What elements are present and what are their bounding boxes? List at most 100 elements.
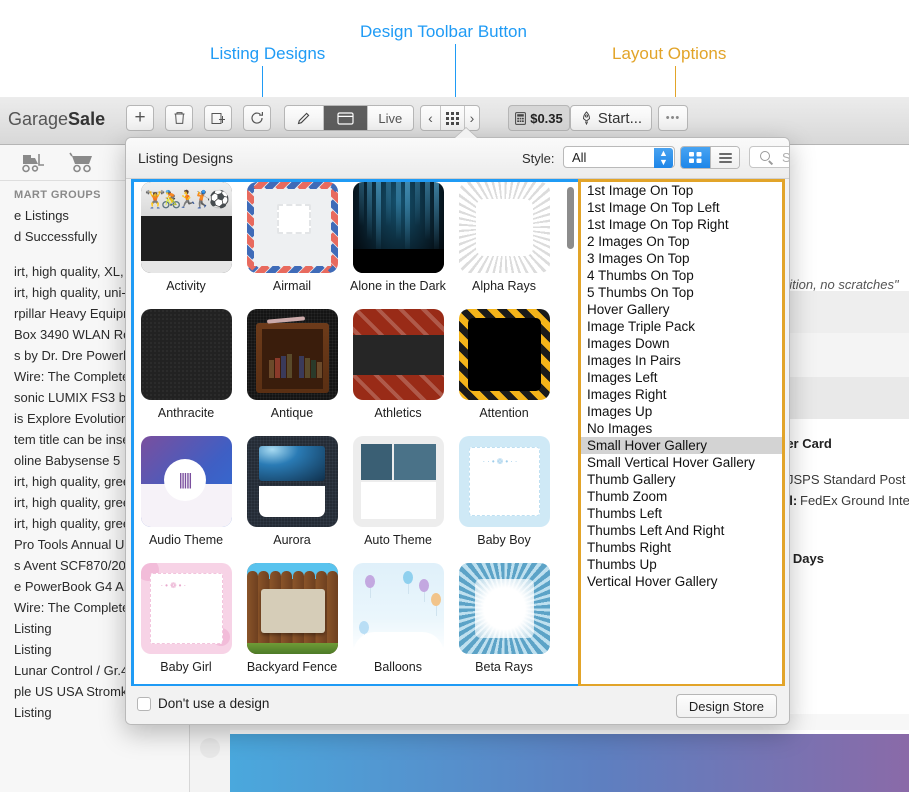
design-cell[interactable]: |||||Audio Theme (134, 436, 238, 547)
layout-option-item[interactable]: Images In Pairs (581, 352, 782, 369)
layout-option-item[interactable]: 1st Image On Top Right (581, 216, 782, 233)
design-cell[interactable]: Anthracite (134, 309, 238, 420)
book (281, 356, 286, 378)
design-store-button[interactable]: Design Store (676, 694, 777, 718)
design-cell[interactable]: Balloons (346, 563, 450, 674)
layout-option-item[interactable]: Thumb Gallery (581, 471, 782, 488)
design-thumbnail[interactable] (247, 182, 338, 273)
design-cell[interactable]: Beta Rays (452, 563, 556, 674)
design-thumbnail[interactable] (459, 182, 550, 273)
design-name: Backyard Fence (240, 660, 344, 674)
layout-option-item[interactable]: Images Right (581, 386, 782, 403)
design-thumbnail[interactable]: ||||| (141, 436, 232, 527)
design-cell[interactable]: ·•❁•·Baby Girl (134, 563, 238, 674)
layout-option-item[interactable]: No Images (581, 420, 782, 437)
bookshelf (256, 323, 329, 393)
design-cell[interactable]: Auto Theme (346, 436, 450, 547)
design-name: Activity (134, 279, 238, 293)
design-thumbnail[interactable] (353, 563, 444, 654)
design-cell[interactable]: Airmail (240, 182, 344, 293)
layout-option-item[interactable]: Thumbs Left And Right (581, 522, 782, 539)
duplicate-listing-button[interactable] (204, 105, 232, 131)
previous-design-button[interactable]: ‹ (421, 106, 441, 130)
design-thumbnail[interactable] (247, 436, 338, 527)
chevron-updown-icon[interactable]: ▲▼ (654, 148, 673, 168)
next-design-button[interactable]: › (465, 106, 479, 130)
layout-option-item[interactable]: Vertical Hover Gallery (581, 573, 782, 590)
layout-option-item[interactable]: Thumbs Left (581, 505, 782, 522)
layout-options-list[interactable]: 1st Image On Top1st Image On Top Left1st… (581, 182, 782, 590)
forklift-icon[interactable] (20, 152, 46, 179)
view-toggle-segmented-control[interactable] (680, 146, 740, 169)
layout-option-item[interactable]: 1st Image On Top Left (581, 199, 782, 216)
design-thumbnail[interactable] (353, 182, 444, 273)
design-cell[interactable]: Alone in the Dark (346, 182, 450, 293)
design-toolbar-button[interactable] (441, 106, 465, 130)
layout-option-item[interactable]: Small Hover Gallery (581, 437, 782, 454)
annotation-layout-options: Layout Options (612, 44, 726, 64)
fees-calculator-button[interactable]: $0.35 (508, 105, 570, 131)
start-listing-button[interactable]: Start... (570, 105, 652, 131)
delete-listing-button[interactable] (165, 105, 193, 131)
layout-option-item[interactable]: Thumbs Right (581, 539, 782, 556)
fence-plank (247, 571, 258, 654)
view-mode-segmented-control[interactable]: Live (284, 105, 414, 131)
design-thumbnail[interactable] (247, 309, 338, 400)
design-thumbnail[interactable]: 🏋🚴🏃🏌⚽ (141, 182, 232, 273)
search-placeholder: Search (782, 150, 790, 165)
design-thumbnail[interactable]: ··•❁•·· (459, 436, 550, 527)
layout-option-item[interactable]: 3 Images On Top (581, 250, 782, 267)
design-thumbnail[interactable]: ·•❁•· (141, 563, 232, 654)
layout-option-item[interactable]: Image Triple Pack (581, 318, 782, 335)
design-cell[interactable]: Antique (240, 309, 344, 420)
layout-option-item[interactable]: 2 Images On Top (581, 233, 782, 250)
content-area (259, 486, 325, 517)
layout-option-item[interactable]: 1st Image On Top (581, 182, 782, 199)
style-select[interactable]: All ▲▼ (563, 146, 675, 168)
design-thumbnail[interactable] (247, 563, 338, 654)
design-name: Alpha Rays (452, 279, 556, 293)
layout-option-item[interactable]: Hover Gallery (581, 301, 782, 318)
design-name: Balloons (346, 660, 450, 674)
layout-option-item[interactable]: Images Left (581, 369, 782, 386)
edit-mode-button[interactable] (285, 106, 324, 130)
design-cell[interactable]: Athletics (346, 309, 450, 420)
design-cell[interactable]: Aurora (240, 436, 344, 547)
list-view-button[interactable] (710, 147, 739, 168)
design-thumbnail[interactable] (459, 309, 550, 400)
popover-header: Listing Designs Style: All ▲▼ Search (126, 138, 789, 179)
layout-option-item[interactable]: 5 Thumbs On Top (581, 284, 782, 301)
live-mode-button[interactable]: Live (368, 106, 413, 130)
book (269, 360, 274, 378)
balloon-string (424, 592, 425, 602)
design-cell[interactable]: Backyard Fence (240, 563, 344, 674)
preview-mode-button[interactable] (324, 106, 367, 130)
layout-option-item[interactable]: 4 Thumbs On Top (581, 267, 782, 284)
layout-option-item[interactable]: Thumbs Up (581, 556, 782, 573)
layout-option-item[interactable]: Small Vertical Hover Gallery (581, 454, 782, 471)
search-field[interactable]: Search (749, 146, 790, 168)
design-thumbnail[interactable] (353, 309, 444, 400)
design-thumbnail[interactable] (353, 436, 444, 527)
add-listing-button[interactable]: + (126, 105, 154, 131)
design-thumbnail[interactable] (459, 563, 550, 654)
design-cell[interactable]: Alpha Rays (452, 182, 556, 293)
layout-option-item[interactable]: Images Up (581, 403, 782, 420)
layout-options-pane[interactable]: 1st Image On Top1st Image On Top Left1st… (578, 179, 785, 687)
dont-use-design-checkbox[interactable] (137, 697, 151, 711)
layout-option-item[interactable]: Thumb Zoom (581, 488, 782, 505)
design-cell[interactable]: Attention (452, 309, 556, 420)
design-cell[interactable]: 🏋🚴🏃🏌⚽ Activity (134, 182, 238, 293)
popover-title: Listing Designs (138, 150, 233, 166)
design-grid[interactable]: 🏋🚴🏃🏌⚽ ActivityAirmailAlone in the DarkAlp… (134, 182, 578, 684)
design-grid-pane[interactable]: 🏋🚴🏃🏌⚽ ActivityAirmailAlone in the DarkAlp… (131, 179, 581, 687)
design-grid-scrollbar[interactable] (567, 187, 574, 249)
design-cell[interactable]: ··•❁•··Baby Boy (452, 436, 556, 547)
grid-view-button[interactable] (681, 147, 710, 168)
more-options-button[interactable]: ••• (658, 105, 688, 131)
design-thumbnail[interactable] (141, 309, 232, 400)
refresh-button[interactable] (243, 105, 271, 131)
layout-option-item[interactable]: Images Down (581, 335, 782, 352)
content-area (476, 199, 533, 256)
cart-icon[interactable] (68, 152, 96, 179)
